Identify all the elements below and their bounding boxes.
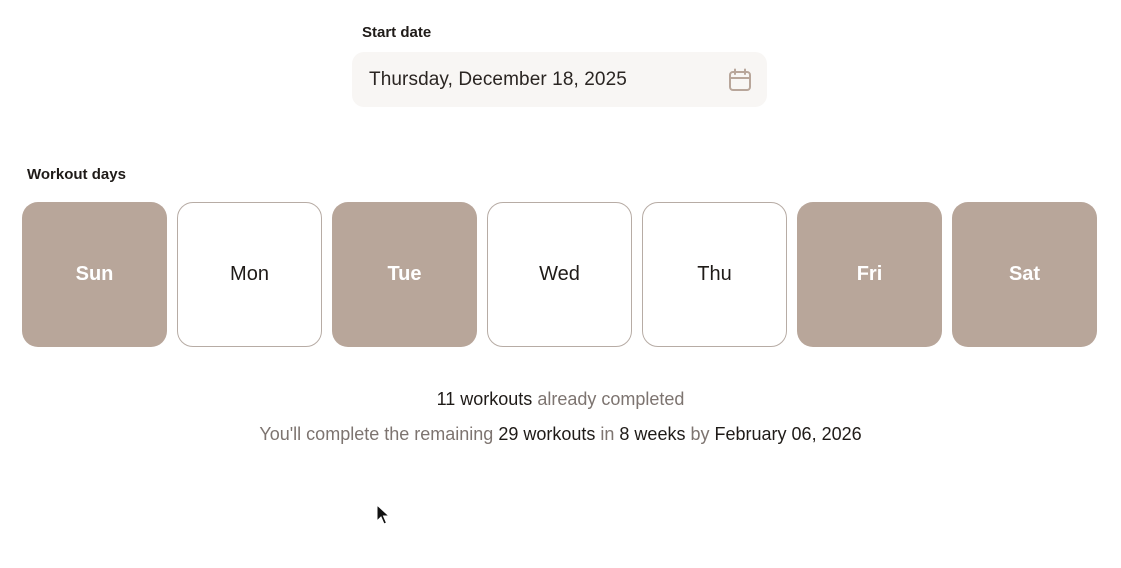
workout-days-label: Workout days [27, 166, 126, 183]
start-date-value: Thursday, December 18, 2025 [369, 68, 627, 90]
start-date-field[interactable]: Thursday, December 18, 2025 [352, 52, 767, 107]
day-toggle-mon[interactable]: Mon [177, 202, 322, 347]
day-toggle-wed[interactable]: Wed [487, 202, 632, 347]
completed-summary: 11 workouts already completed [0, 389, 1121, 410]
start-date-label: Start date [362, 24, 432, 41]
completed-text: already completed [537, 389, 685, 409]
day-label: Tue [387, 263, 422, 285]
day-label: Sat [1008, 263, 1041, 285]
duration: 8 weeks [619, 424, 686, 444]
mouse-cursor-icon [376, 503, 391, 526]
day-toggle-tue[interactable]: Tue [332, 202, 477, 347]
day-toggle-thu[interactable]: Thu [642, 202, 787, 347]
day-label: Thu [697, 263, 732, 285]
day-label: Fri [856, 263, 883, 285]
in-word: in [600, 424, 615, 444]
workout-days-selector: Sun Mon Tue Wed Thu Fri Sat [22, 202, 1097, 347]
remaining-summary: You'll complete the remaining 29 workout… [0, 424, 1121, 445]
day-label: Mon [230, 263, 269, 285]
day-label: Sun [75, 263, 114, 285]
day-toggle-sun[interactable]: Sun [22, 202, 167, 347]
end-date: February 06, 2026 [714, 424, 862, 444]
by-word: by [690, 424, 710, 444]
day-toggle-sat[interactable]: Sat [952, 202, 1097, 347]
remaining-prefix: You'll complete the remaining [259, 424, 494, 444]
remaining-count: 29 workouts [498, 424, 596, 444]
day-toggle-fri[interactable]: Fri [797, 202, 942, 347]
completed-count: 11 workouts [436, 389, 533, 409]
day-label: Wed [539, 263, 580, 285]
workout-schedule-page: Start date Thursday, December 18, 2025 W… [0, 0, 1121, 568]
calendar-icon[interactable] [727, 67, 753, 93]
